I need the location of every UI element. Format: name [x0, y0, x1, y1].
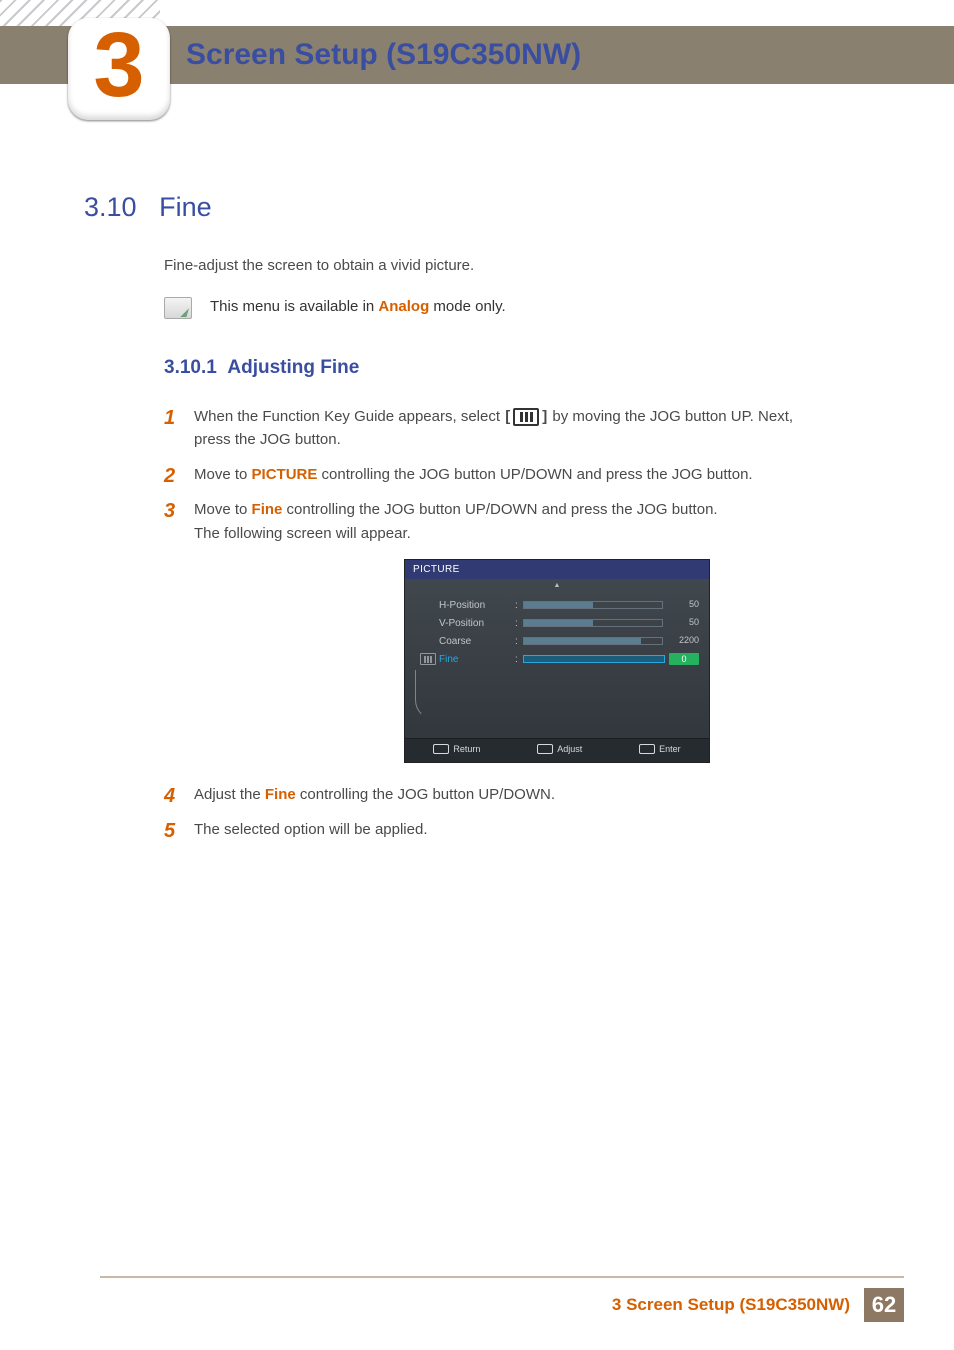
step-3: Move to Fine controlling the JOG button …	[164, 498, 824, 763]
section-intro: Fine-adjust the screen to obtain a vivid…	[164, 254, 824, 277]
osd-adjust: Adjust	[537, 743, 582, 757]
osd-slider-track	[523, 655, 665, 663]
footer-title: 3 Screen Setup (S19C350NW)	[612, 1295, 850, 1315]
osd-row-label: V-Position	[439, 616, 515, 632]
osd-row-label: H-Position	[439, 598, 515, 614]
osd-row: V-Position:50	[417, 614, 699, 632]
section-number: 3.10	[84, 192, 137, 222]
osd-row-label: Fine	[439, 652, 515, 668]
chapter-number-box: 3	[68, 18, 170, 120]
osd-row-label: Coarse	[439, 634, 515, 650]
step-2: Move to PICTURE controlling the JOG butt…	[164, 463, 824, 486]
osd-enter: Enter	[639, 743, 681, 757]
step-5: The selected option will be applied.	[164, 818, 824, 841]
osd-row: H-Position:50	[417, 596, 699, 614]
chapter-title: Screen Setup (S19C350NW)	[186, 38, 581, 72]
note-row: This menu is available in Analog mode on…	[164, 295, 824, 319]
step-4: Adjust the Fine controlling the JOG butt…	[164, 783, 824, 806]
osd-slider-track	[523, 619, 663, 627]
up-arrow-icon: ▲	[405, 579, 709, 592]
section-heading: 3.10 Fine	[84, 192, 212, 223]
osd-slider-track	[523, 637, 663, 645]
osd-row: Fine:0	[417, 650, 699, 668]
page-number: 62	[864, 1288, 904, 1322]
note-icon	[164, 297, 192, 319]
osd-row-value: 50	[663, 598, 699, 612]
osd-slider-track	[523, 601, 663, 609]
osd-row-value: 0	[669, 653, 699, 665]
subsection-heading: 3.10.1 Adjusting Fine	[164, 353, 824, 382]
osd-return: Return	[433, 743, 480, 757]
osd-footer: Return Adjust Enter	[405, 738, 709, 762]
note-text: This menu is available in Analog mode on…	[210, 295, 506, 318]
page-footer: 3 Screen Setup (S19C350NW) 62	[100, 1276, 904, 1322]
osd-row-value: 50	[663, 616, 699, 630]
osd-row-value: 2200	[663, 634, 699, 648]
selection-curve	[415, 670, 435, 720]
osd-screenshot: PICTURE ▲ H-Position:50V-Position:50Coar…	[404, 559, 710, 763]
osd-title: PICTURE	[405, 560, 709, 580]
menu-icon	[513, 408, 539, 426]
section-title: Fine	[159, 192, 212, 222]
step-1: When the Function Key Guide appears, sel…	[164, 405, 824, 452]
chapter-number: 3	[93, 19, 144, 111]
steps-list: When the Function Key Guide appears, sel…	[164, 405, 824, 842]
osd-row-icon	[417, 653, 439, 665]
osd-row: Coarse:2200	[417, 632, 699, 650]
